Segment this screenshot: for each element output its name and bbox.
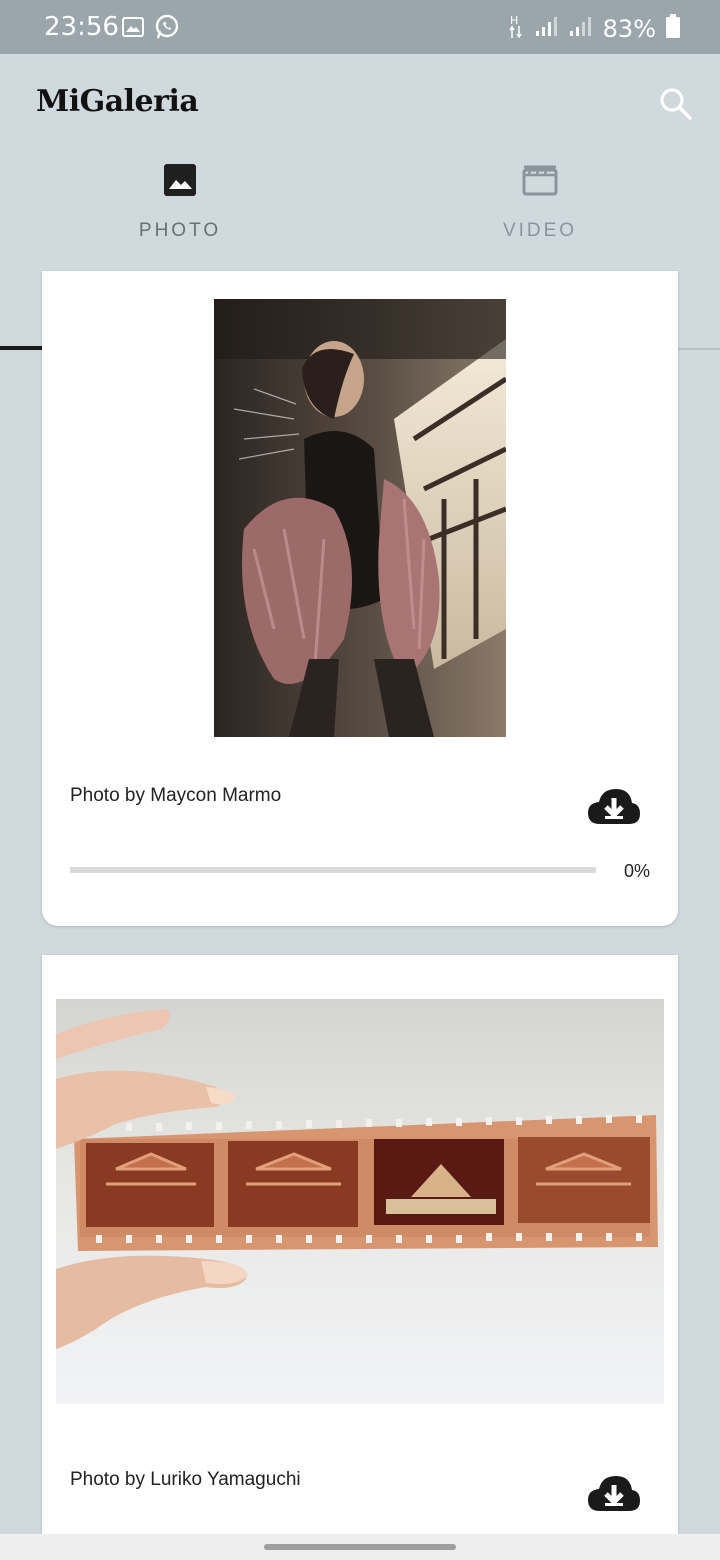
photo-caption: Photo by Luriko Yamaguchi [70, 1469, 301, 1490]
download-progress-text: 0% [624, 861, 651, 881]
tab-photo[interactable]: PHOTO [0, 154, 360, 250]
clapperboard-icon [522, 162, 558, 198]
status-bar: 23:56 H 83% [0, 0, 720, 54]
photo-card[interactable]: Photo by Luriko Yamaguchi [42, 955, 678, 1555]
home-gesture-handle[interactable] [264, 1544, 456, 1550]
svg-text:H: H [510, 14, 518, 27]
photo-caption: Photo by Maycon Marmo [70, 785, 282, 806]
data-h-icon: H [507, 12, 525, 46]
status-system-icons: H 83% [507, 12, 680, 46]
download-progress-bar [70, 867, 596, 873]
tab-photo-label: PHOTO [138, 220, 222, 241]
navigation-bar [0, 1534, 720, 1560]
image-icon [162, 162, 198, 198]
signal-icon [569, 15, 593, 43]
status-notification-icons [122, 14, 180, 45]
tab-bar: PHOTO VIDEO [0, 154, 720, 350]
photo-image[interactable] [214, 299, 506, 737]
tab-video[interactable]: VIDEO [360, 154, 720, 250]
tab-video-label: VIDEO [502, 220, 578, 241]
whatsapp-icon [154, 14, 180, 45]
search-icon[interactable] [658, 86, 694, 122]
photo-image[interactable] [56, 999, 664, 1404]
app-bar: MiGaleria PHOTO VIDEO [0, 54, 720, 350]
cloud-download-icon[interactable] [586, 786, 642, 826]
cloud-download-icon[interactable] [586, 1473, 642, 1513]
signal-icon [535, 15, 559, 43]
image-icon [122, 17, 144, 42]
photo-card[interactable]: Photo by Maycon Marmo 0% [42, 271, 678, 926]
status-time: 23:56 [44, 12, 119, 42]
app-title: MiGaleria [36, 84, 199, 119]
battery-percent: 83% [602, 15, 656, 43]
battery-icon [666, 14, 680, 44]
